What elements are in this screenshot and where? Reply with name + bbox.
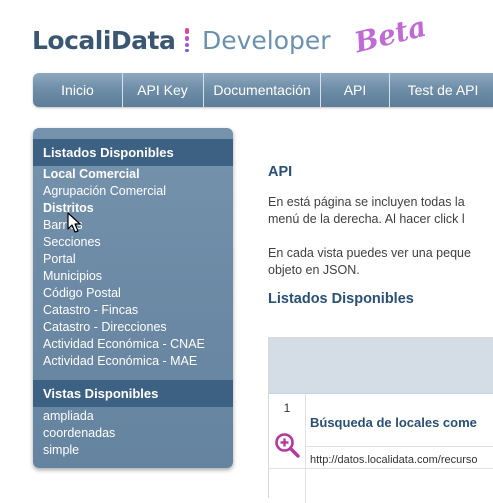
mouse-pointer-icon	[67, 212, 81, 233]
nav-api-key[interactable]: API Key	[122, 73, 204, 107]
sidebar-item-actividad-mae[interactable]: Actividad Económica - MAE	[43, 353, 197, 370]
section-title-listados: Listados Disponibles	[268, 291, 414, 307]
nav-api[interactable]: API	[321, 73, 390, 107]
sidebar-item-municipios[interactable]: Municipios	[43, 268, 102, 285]
nav-inicio[interactable]: Inicio	[33, 73, 123, 107]
table-header	[269, 338, 493, 393]
sidebar-heading-vistas: Vistas Disponibles	[33, 380, 233, 407]
intro-text-line-1: En está página se incluyen todas la	[268, 195, 465, 209]
row-number: 1	[283, 401, 291, 415]
beta-badge: Beta	[351, 9, 430, 60]
sidebar-item-actividad-cnae[interactable]: Actividad Económica - CNAE	[43, 336, 205, 353]
sidebar: Listados Disponibles Local Comercial Agr…	[33, 128, 233, 468]
row-divider-bottom	[269, 468, 493, 469]
table-row-title[interactable]: Búsqueda de locales come	[310, 415, 477, 430]
sidebar-item-portal[interactable]: Portal	[43, 251, 76, 268]
table-row-url: http://datos.localidata.com/recurso	[310, 454, 478, 466]
nav-documentacion[interactable]: Documentación	[204, 73, 321, 107]
views-text-line-2: objeto en JSON.	[268, 263, 360, 277]
sidebar-item-secciones[interactable]: Secciones	[43, 234, 101, 251]
sidebar-heading-listados: Listados Disponibles	[33, 139, 233, 166]
sidebar-item-simple[interactable]: simple	[43, 442, 79, 459]
intro-text-line-2: menú de la derecha. Al hacer click l	[268, 212, 465, 226]
views-text-line-1: En cada vista puedes ver una peque	[268, 246, 471, 260]
top-navigation: Inicio API Key Documentación API Test de…	[33, 73, 493, 107]
logo-text-localidata: LocaliData	[32, 26, 176, 55]
zoom-in-icon[interactable]	[274, 432, 300, 458]
page-title: API	[268, 164, 293, 180]
cell-divider	[306, 446, 493, 447]
sidebar-item-ampliada[interactable]: ampliada	[43, 408, 94, 425]
nav-test-de-api[interactable]: Test de API	[390, 73, 493, 107]
column-divider	[305, 393, 306, 503]
sidebar-item-agrupacion-comercial[interactable]: Agrupación Comercial	[43, 183, 166, 200]
logo-text-developer: Developer	[202, 26, 331, 55]
sidebar-item-catastro-direcciones[interactable]: Catastro - Direcciones	[43, 319, 167, 336]
sidebar-item-codigo-postal[interactable]: Código Postal	[43, 285, 121, 302]
sidebar-item-catastro-fincas[interactable]: Catastro - Fincas	[43, 302, 138, 319]
row-divider	[269, 393, 493, 394]
logo-separator-icon	[184, 28, 190, 52]
sidebar-item-coordenadas[interactable]: coordenadas	[43, 425, 115, 442]
sidebar-item-local-comercial[interactable]: Local Comercial	[43, 166, 140, 183]
listings-table: 1 Búsqueda de locales come http://datos.…	[268, 337, 493, 503]
